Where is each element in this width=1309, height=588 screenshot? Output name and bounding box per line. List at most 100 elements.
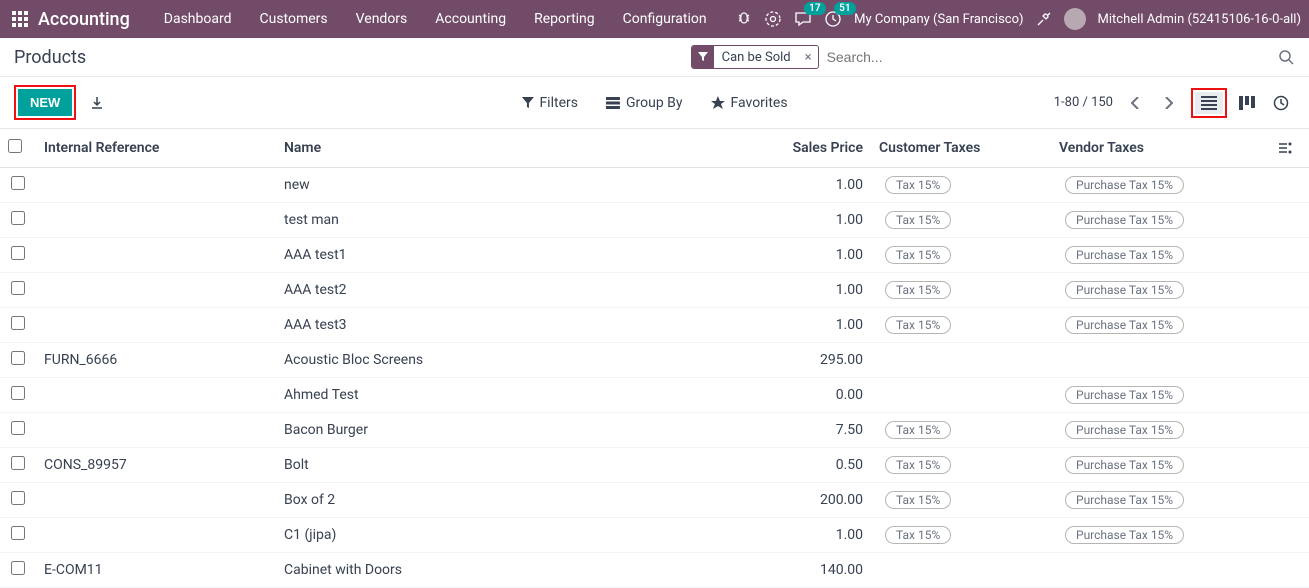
table-row[interactable]: E-COM11Cabinet with Doors140.00 xyxy=(0,553,1309,588)
cell-sales-price: 0.50 xyxy=(761,448,871,483)
row-checkbox[interactable] xyxy=(11,386,25,400)
user-menu[interactable]: Mitchell Admin (52415106-16-0-all) xyxy=(1098,12,1301,27)
search-input[interactable] xyxy=(819,45,1278,69)
customer-tax-tag: Tax 15% xyxy=(885,281,951,299)
facet-remove[interactable]: × xyxy=(799,50,818,65)
apps-icon[interactable] xyxy=(12,11,28,27)
tools-icon[interactable] xyxy=(1036,11,1052,27)
header-options[interactable] xyxy=(1271,129,1309,168)
cell-internal-reference xyxy=(36,238,276,273)
customer-tax-tag: Tax 15% xyxy=(885,526,951,544)
menu-configuration[interactable]: Configuration xyxy=(609,11,721,27)
vendor-tax-tag: Purchase Tax 15% xyxy=(1065,526,1184,544)
cell-sales-price: 140.00 xyxy=(761,553,871,588)
new-button[interactable]: NEW xyxy=(18,89,72,116)
app-brand[interactable]: Accounting xyxy=(38,9,130,30)
kanban-view-button[interactable] xyxy=(1233,92,1261,114)
pager-prev[interactable] xyxy=(1127,97,1145,109)
avatar[interactable] xyxy=(1064,8,1086,30)
cell-internal-reference xyxy=(36,483,276,518)
select-all-checkbox[interactable] xyxy=(8,139,22,153)
menu-accounting[interactable]: Accounting xyxy=(421,11,520,27)
table-header-row: Internal Reference Name Sales Price Cust… xyxy=(0,129,1309,168)
cell-internal-reference xyxy=(36,273,276,308)
new-button-highlight: NEW xyxy=(14,85,76,120)
list-view-button[interactable] xyxy=(1195,92,1223,114)
vendor-tax-tag: Purchase Tax 15% xyxy=(1065,176,1184,194)
cell-vendor-taxes: Purchase Tax 15% xyxy=(1051,168,1271,203)
cell-name: C1 (jipa) xyxy=(276,518,761,553)
table-row[interactable]: Bacon Burger7.50Tax 15%Purchase Tax 15% xyxy=(0,413,1309,448)
table-row[interactable]: AAA test21.00Tax 15%Purchase Tax 15% xyxy=(0,273,1309,308)
activity-view-button[interactable] xyxy=(1267,91,1295,115)
row-checkbox[interactable] xyxy=(11,211,25,225)
row-checkbox[interactable] xyxy=(11,421,25,435)
import-button[interactable] xyxy=(90,96,104,110)
filters-button[interactable]: Filters xyxy=(521,95,578,111)
cell-customer-taxes: Tax 15% xyxy=(871,273,1051,308)
debug-icon[interactable] xyxy=(736,11,752,27)
row-checkbox[interactable] xyxy=(11,316,25,330)
cell-name: AAA test2 xyxy=(276,273,761,308)
header-name[interactable]: Name xyxy=(276,129,761,168)
cell-internal-reference: E-COM11 xyxy=(36,553,276,588)
messages-icon[interactable]: 17 xyxy=(794,10,812,28)
row-checkbox[interactable] xyxy=(11,456,25,470)
activities-icon[interactable]: 51 xyxy=(824,10,842,28)
customer-tax-tag: Tax 15% xyxy=(885,491,951,509)
favorites-button[interactable]: Favorites xyxy=(711,95,788,111)
view-switcher xyxy=(1191,88,1295,118)
search-icon[interactable] xyxy=(1278,49,1294,65)
pager-next[interactable] xyxy=(1159,97,1177,109)
row-checkbox[interactable] xyxy=(11,176,25,190)
cell-customer-taxes xyxy=(871,553,1051,588)
search-options: Filters Group By Favorites xyxy=(521,95,787,111)
table-row[interactable]: test man1.00Tax 15%Purchase Tax 15% xyxy=(0,203,1309,238)
table-row[interactable]: AAA test31.00Tax 15%Purchase Tax 15% xyxy=(0,308,1309,343)
table-row[interactable]: C1 (jipa)1.00Tax 15%Purchase Tax 15% xyxy=(0,518,1309,553)
vendor-tax-tag: Purchase Tax 15% xyxy=(1065,211,1184,229)
cell-vendor-taxes: Purchase Tax 15% xyxy=(1051,483,1271,518)
cell-customer-taxes: Tax 15% xyxy=(871,168,1051,203)
table-row[interactable]: CONS_89957Bolt0.50Tax 15%Purchase Tax 15… xyxy=(0,448,1309,483)
pager-text[interactable]: 1-80 / 150 xyxy=(1054,95,1113,110)
cell-customer-taxes: Tax 15% xyxy=(871,308,1051,343)
table-row[interactable]: new1.00Tax 15%Purchase Tax 15% xyxy=(0,168,1309,203)
row-checkbox[interactable] xyxy=(11,246,25,260)
cell-vendor-taxes xyxy=(1051,343,1271,378)
row-checkbox[interactable] xyxy=(11,491,25,505)
row-checkbox[interactable] xyxy=(11,561,25,575)
cell-sales-price: 1.00 xyxy=(761,238,871,273)
cell-customer-taxes: Tax 15% xyxy=(871,448,1051,483)
company-selector[interactable]: My Company (San Francisco) xyxy=(854,12,1023,27)
table-row[interactable]: FURN_6666Acoustic Bloc Screens295.00 xyxy=(0,343,1309,378)
control-row: NEW Filters Group By Favorites 1-80 / 15… xyxy=(0,77,1309,129)
header-internal-reference[interactable]: Internal Reference xyxy=(36,129,276,168)
menu-customers[interactable]: Customers xyxy=(246,11,342,27)
menu-dashboard[interactable]: Dashboard xyxy=(150,11,246,27)
cell-sales-price: 200.00 xyxy=(761,483,871,518)
row-checkbox[interactable] xyxy=(11,281,25,295)
cell-name: new xyxy=(276,168,761,203)
vendor-tax-tag: Purchase Tax 15% xyxy=(1065,421,1184,439)
header-sales-price[interactable]: Sales Price xyxy=(761,129,871,168)
groupby-button[interactable]: Group By xyxy=(606,95,683,111)
table-row[interactable]: AAA test11.00Tax 15%Purchase Tax 15% xyxy=(0,238,1309,273)
header-customer-taxes[interactable]: Customer Taxes xyxy=(871,129,1051,168)
cell-vendor-taxes: Purchase Tax 15% xyxy=(1051,308,1271,343)
menu-vendors[interactable]: Vendors xyxy=(342,11,422,27)
table-row[interactable]: Ahmed Test0.00Purchase Tax 15% xyxy=(0,378,1309,413)
header-vendor-taxes[interactable]: Vendor Taxes xyxy=(1051,129,1271,168)
support-icon[interactable] xyxy=(764,10,782,28)
cell-sales-price: 7.50 xyxy=(761,413,871,448)
cell-name: test man xyxy=(276,203,761,238)
row-checkbox[interactable] xyxy=(11,351,25,365)
menu-reporting[interactable]: Reporting xyxy=(520,11,609,27)
row-checkbox[interactable] xyxy=(11,526,25,540)
messages-badge: 17 xyxy=(804,2,825,15)
cell-name: AAA test3 xyxy=(276,308,761,343)
table-row[interactable]: Box of 2200.00Tax 15%Purchase Tax 15% xyxy=(0,483,1309,518)
cell-vendor-taxes: Purchase Tax 15% xyxy=(1051,448,1271,483)
search-box[interactable]: Can be Sold × xyxy=(690,44,1295,70)
page-title: Products xyxy=(14,47,86,68)
